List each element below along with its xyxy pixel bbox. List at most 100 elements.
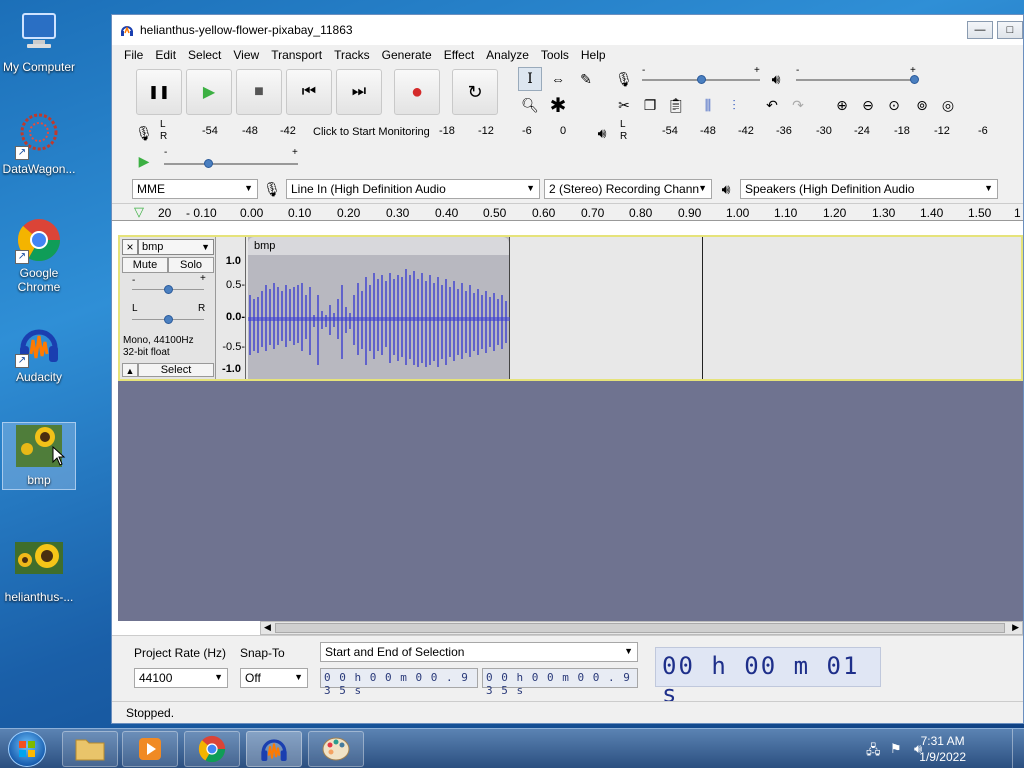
selection-mode-select[interactable]: Start and End of Selection ▼ — [320, 642, 638, 662]
record-meter[interactable]: -54 -48 -42 Click to Start Monitoring -1… — [172, 119, 572, 143]
paste-button[interactable]: 📋︎ — [664, 93, 688, 117]
undo-icon: ↶ — [766, 96, 778, 113]
selection-tool-button[interactable]: I — [518, 67, 542, 91]
taskbar-explorer[interactable] — [62, 731, 118, 767]
scroll-left-icon[interactable]: ◀ — [264, 622, 271, 633]
start-button[interactable] — [8, 731, 46, 767]
zoom-in-button[interactable]: ⊕ — [830, 93, 854, 117]
multi-tool-button[interactable]: ✱ — [546, 93, 570, 117]
audio-track[interactable]: × bmp ▼ Mute Solo - + L R Mono, 44100Hz … — [118, 235, 1023, 381]
maximize-button[interactable]: □ — [997, 21, 1023, 39]
mute-button[interactable]: Mute — [122, 257, 168, 273]
timeline-ruler[interactable]: ▽ 20 - 0.10 0.00 0.10 0.20 0.30 0.40 0.5… — [112, 203, 1023, 221]
audio-host-select[interactable]: MME ▼ — [132, 179, 258, 199]
solo-button[interactable]: Solo — [168, 257, 214, 273]
action-center-icon[interactable]: ⚑ — [890, 741, 902, 757]
zoom-out-button[interactable]: ⊖ — [856, 93, 880, 117]
skip-to-start-button[interactable]: ⏮ — [286, 69, 332, 115]
timeline-play-head-icon: ▽ — [134, 204, 144, 219]
zoom-toggle-button[interactable]: ◎ — [936, 93, 960, 117]
recording-channels-select[interactable]: 2 (Stereo) Recording Chann ▼ — [544, 179, 712, 199]
recording-device-select[interactable]: Line In (High Definition Audio ▼ — [286, 179, 540, 199]
menu-analyze[interactable]: Analyze — [480, 48, 535, 62]
selection-end-time[interactable]: 0 0 h 0 0 m 0 0 . 9 3 5 s — [482, 668, 638, 697]
collapse-track-button[interactable]: ▲ — [122, 363, 138, 377]
record-volume-thumb[interactable] — [697, 75, 706, 84]
select-track-button[interactable]: Select — [138, 363, 214, 377]
network-error-icon[interactable]: 🖧︎ — [866, 741, 881, 763]
desktop-icon-audacity[interactable]: ↗ Audacity — [2, 320, 76, 386]
desktop-icon-my-computer[interactable]: My Computer — [2, 10, 76, 76]
play-at-speed-button[interactable]: ▶ — [132, 149, 156, 173]
loop-button[interactable]: ↻ — [452, 69, 498, 115]
taskbar-audacity[interactable] — [246, 731, 302, 767]
menu-help[interactable]: Help — [575, 48, 612, 62]
menu-select[interactable]: Select — [182, 48, 227, 62]
trim-button[interactable]: ⫼ — [696, 93, 720, 117]
clip-title-bar[interactable]: bmp — [248, 237, 509, 255]
media-player-icon — [139, 738, 161, 760]
minimize-button[interactable]: — — [967, 21, 993, 39]
audio-clip[interactable]: bmp — [248, 237, 510, 379]
menu-tracks[interactable]: Tracks — [328, 48, 376, 62]
desktop-icon-helianthus[interactable]: helianthus-... — [2, 540, 76, 604]
copy-button[interactable]: ❐ — [638, 93, 662, 117]
pause-button[interactable]: ❚❚ — [136, 69, 182, 115]
scale-tick: 1.0 — [225, 255, 241, 267]
gain-thumb[interactable] — [164, 285, 173, 294]
menu-view[interactable]: View — [227, 48, 265, 62]
track-close-button[interactable]: × — [122, 239, 138, 255]
audacity-app-icon — [120, 23, 134, 37]
selection-start-time[interactable]: 0 0 h 0 0 m 0 0 . 9 3 5 s — [320, 668, 478, 697]
fit-selection-button[interactable]: ⊙ — [882, 93, 906, 117]
record-meter-tick: -6 — [522, 125, 532, 137]
taskbar-chrome[interactable] — [184, 731, 240, 767]
show-desktop-button[interactable] — [1012, 729, 1024, 768]
horizontal-scrollbar[interactable]: ◀ ▶ — [260, 621, 1023, 635]
desktop-icon-datawagon[interactable]: ↗ DataWagon... — [2, 112, 76, 178]
system-clock[interactable]: 7:31 AM 1/9/2022 — [919, 733, 966, 765]
skip-to-end-button[interactable]: ⏭ — [336, 69, 382, 115]
envelope-tool-button[interactable]: ⇔ — [546, 67, 570, 91]
menu-transport[interactable]: Transport — [265, 48, 328, 62]
pan-thumb[interactable] — [164, 315, 173, 324]
pause-icon: ❚❚ — [148, 84, 170, 99]
play-speed-thumb[interactable] — [204, 159, 213, 168]
play-volume-thumb[interactable] — [910, 75, 919, 84]
menu-effect[interactable]: Effect — [438, 48, 480, 62]
play-volume-slider[interactable] — [796, 79, 916, 81]
redo-button[interactable]: ↷ — [786, 93, 810, 117]
scale-tick: -1.0 — [222, 363, 241, 375]
playback-meter[interactable]: -54 -48 -42 -36 -30 -24 -18 -12 -6 — [632, 119, 1022, 143]
audio-position-display[interactable]: 00 h 00 m 01 s — [655, 647, 881, 708]
track-area[interactable]: × bmp ▼ Mute Solo - + L R Mono, 44100Hz … — [118, 235, 1023, 635]
play-speed-slider[interactable] — [164, 163, 298, 165]
silence-button[interactable]: ⫶ — [722, 93, 746, 117]
stop-button[interactable]: ■ — [236, 69, 282, 115]
menu-file[interactable]: File — [118, 48, 149, 62]
selection-mode-value: Start and End of Selection — [325, 645, 465, 659]
scroll-right-icon[interactable]: ▶ — [1012, 622, 1019, 633]
desktop-icon-google-chrome[interactable]: ↗ Google Chrome — [2, 216, 76, 296]
title-bar[interactable]: helianthus-yellow-flower-pixabay_11863 —… — [112, 15, 1023, 45]
taskbar-media-player[interactable] — [122, 731, 178, 767]
zoom-tool-button[interactable]: 🔍︎ — [518, 93, 542, 117]
clock-date: 1/9/2022 — [919, 750, 966, 764]
scrollbar-thumb[interactable] — [275, 623, 1005, 633]
menu-tools[interactable]: Tools — [535, 48, 575, 62]
pan-left-label: L — [132, 303, 138, 314]
draw-tool-button[interactable]: ✎ — [574, 67, 598, 91]
chevron-down-icon: ▼ — [201, 242, 210, 252]
cut-button[interactable]: ✂ — [612, 93, 636, 117]
snap-to-select[interactable]: Off ▼ — [240, 668, 308, 688]
record-button[interactable]: ● — [394, 69, 440, 115]
fit-project-button[interactable]: ⊚ — [910, 93, 934, 117]
menu-edit[interactable]: Edit — [149, 48, 182, 62]
taskbar-paint[interactable] — [308, 731, 364, 767]
project-rate-select[interactable]: 44100 ▼ — [134, 668, 228, 688]
track-name-menu[interactable]: bmp ▼ — [138, 239, 214, 255]
play-button[interactable]: ▶ — [186, 69, 232, 115]
undo-button[interactable]: ↶ — [760, 93, 784, 117]
menu-generate[interactable]: Generate — [376, 48, 438, 62]
playback-device-select[interactable]: Speakers (High Definition Audio ▼ — [740, 179, 998, 199]
